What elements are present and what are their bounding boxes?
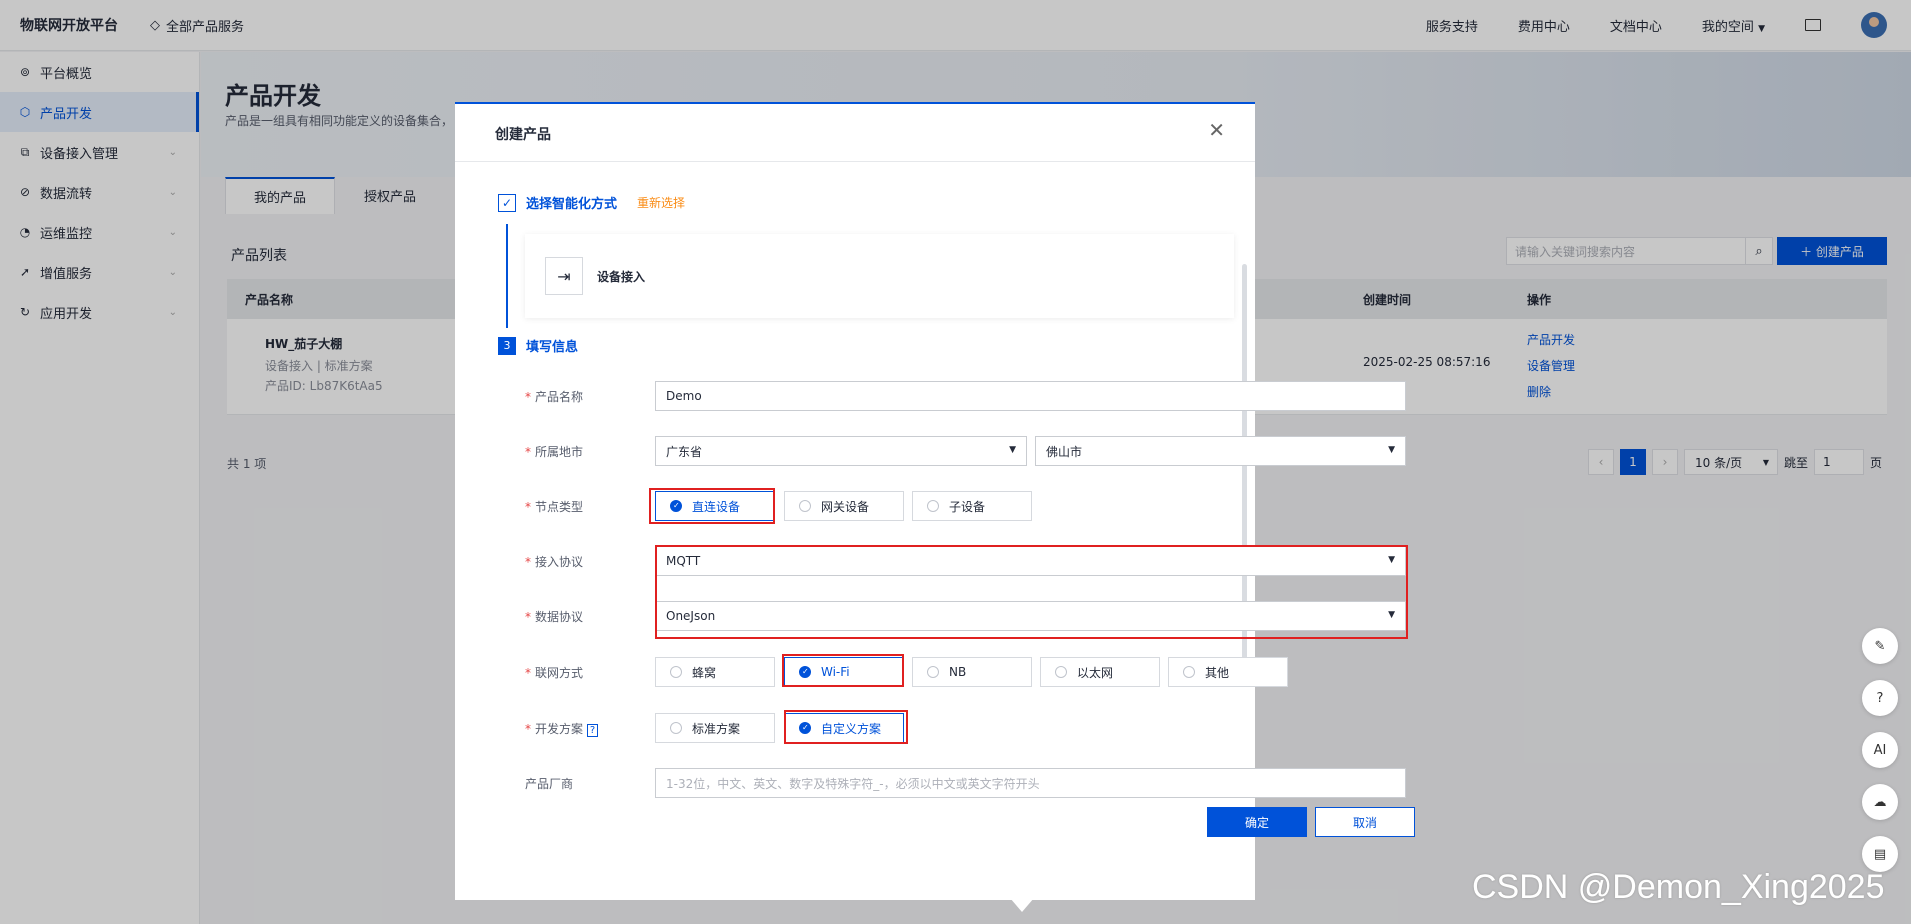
node-gateway-option[interactable]: 网关设备: [784, 491, 904, 521]
confirm-button[interactable]: 确定: [1207, 807, 1307, 837]
node-type-label: * 节点类型: [525, 500, 584, 514]
reselect-link[interactable]: 重新选择: [637, 194, 685, 211]
label-text: 所属地市: [535, 445, 584, 459]
option-label: 子设备: [949, 499, 986, 514]
city-label: * 所属地市: [525, 445, 584, 459]
radio-icon: [927, 500, 939, 512]
net-other-option[interactable]: 其他: [1168, 657, 1288, 687]
chevron-down-icon: ▼: [1009, 445, 1016, 455]
chevron-down-icon: ▼: [1388, 445, 1395, 455]
label-text: 节点类型: [535, 500, 584, 514]
option-label: 网关设备: [821, 499, 870, 514]
cancel-button[interactable]: 取消: [1315, 807, 1415, 837]
vendor-label: 产品厂商: [525, 777, 574, 791]
method-card-device-access[interactable]: ⇥ 设备接入: [525, 234, 1234, 318]
option-label: NB: [949, 665, 967, 679]
net-cellular-option[interactable]: 蜂窝: [655, 657, 775, 687]
dialog-divider: [455, 161, 1255, 162]
city-value: 佛山市: [1046, 444, 1083, 459]
net-ethernet-option[interactable]: 以太网: [1040, 657, 1160, 687]
highlight-box-protocol: [655, 545, 1408, 639]
step-fill-info: 3 填写信息: [498, 336, 578, 355]
label-text: 开发方案: [535, 722, 584, 736]
device-access-icon: ⇥: [545, 257, 583, 295]
label-text: 接入协议: [535, 555, 584, 569]
product-name-input[interactable]: Demo: [655, 381, 1406, 411]
cloud-icon[interactable]: ☁: [1862, 784, 1898, 820]
watermark: CSDN @Demon_Xing2025: [1472, 868, 1885, 906]
label-text: 产品名称: [535, 390, 584, 404]
radio-icon: [670, 666, 682, 678]
radio-icon: [1183, 666, 1195, 678]
vendor-input[interactable]: 1-32位，中文、英文、数字及特殊字符_-，必须以中文或英文字符开头: [655, 768, 1406, 798]
net-nb-option[interactable]: NB: [912, 657, 1032, 687]
radio-icon: [1055, 666, 1067, 678]
step1-label: 选择智能化方式: [526, 197, 618, 212]
option-label: 其他: [1205, 665, 1230, 680]
edit-icon[interactable]: ✎: [1862, 628, 1898, 664]
help-icon[interactable]: ?: [586, 724, 599, 737]
label-text: 数据协议: [535, 610, 584, 624]
highlight-box-network: [782, 654, 904, 687]
product-name-label: * 产品名称: [525, 390, 584, 404]
node-subdevice-option[interactable]: 子设备: [912, 491, 1032, 521]
label-text: 联网方式: [535, 666, 584, 680]
network-label: * 联网方式: [525, 666, 584, 680]
radio-icon: [670, 722, 682, 734]
radio-icon: [799, 500, 811, 512]
help-icon[interactable]: ?: [1862, 680, 1898, 716]
floating-toolbar: ✎ ? AI ☁ ▤: [1862, 628, 1898, 872]
option-label: 以太网: [1077, 665, 1114, 680]
dev-standard-option[interactable]: 标准方案: [655, 713, 775, 743]
highlight-box-dev: [784, 710, 908, 744]
dev-scheme-label: * 开发方案 ?: [525, 720, 599, 737]
dialog-title: 创建产品: [495, 127, 551, 143]
province-select[interactable]: 广东省 ▼: [655, 436, 1027, 466]
access-protocol-label: * 接入协议: [525, 555, 584, 569]
step-number: 3: [498, 336, 516, 355]
tooltip-pointer: [1010, 898, 1034, 912]
radio-icon: [927, 666, 939, 678]
step-select-method: ✓ 选择智能化方式 重新选择: [498, 193, 685, 212]
method-label: 设备接入: [597, 269, 646, 284]
option-label: 标准方案: [692, 721, 741, 736]
city-select[interactable]: 佛山市 ▼: [1035, 436, 1406, 466]
step3-label: 填写信息: [526, 340, 579, 355]
data-protocol-label: * 数据协议: [525, 610, 584, 624]
ai-assistant-button[interactable]: AI: [1862, 732, 1898, 768]
create-product-dialog: 创建产品 ✕ ✓ 选择智能化方式 重新选择 ⇥ 设备接入 3 填写信息 * 产品名…: [455, 102, 1415, 900]
option-label: 蜂窝: [692, 665, 717, 680]
province-value: 广东省: [666, 444, 703, 459]
close-icon[interactable]: ✕: [1208, 118, 1225, 142]
step-connector: [506, 224, 508, 328]
check-icon: ✓: [498, 193, 516, 212]
panel-icon[interactable]: ▤: [1862, 836, 1898, 872]
highlight-box-node: [649, 488, 775, 524]
